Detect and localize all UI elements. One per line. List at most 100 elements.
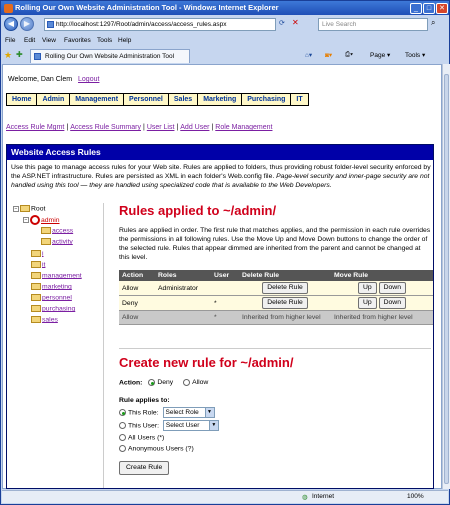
menu-help[interactable]: Help: [118, 37, 131, 44]
page-menu[interactable]: Page ▾: [370, 51, 390, 59]
zone-label: Internet: [312, 493, 335, 500]
access-rules-panel: Website Access Rules Use this page to ma…: [6, 144, 434, 489]
search-icon[interactable]: ⌕: [431, 18, 435, 28]
minimize-button[interactable]: _: [410, 3, 422, 14]
address-text: http://localhost:1297/Root/admin/access/…: [56, 21, 227, 28]
tree-node-management[interactable]: management: [31, 272, 82, 279]
table-row[interactable]: Allow Administrator Delete Rule Up Down: [119, 281, 433, 296]
role-select[interactable]: Select Role ▼: [162, 407, 215, 418]
print-icon[interactable]: ⎙▾: [345, 51, 353, 59]
favorites-star-icon[interactable]: ★: [4, 50, 12, 61]
menu-file[interactable]: File: [5, 37, 15, 44]
menu-view[interactable]: View: [42, 37, 56, 44]
tree-node-access[interactable]: access: [41, 227, 73, 234]
this-user-label: This User:: [128, 422, 159, 430]
menu-favorites[interactable]: Favorites: [64, 37, 91, 44]
move-down-button[interactable]: Down: [378, 297, 406, 309]
folder-icon: [31, 305, 41, 312]
move-up-button[interactable]: Up: [358, 297, 377, 309]
link-role-management[interactable]: Role Management: [215, 124, 272, 131]
tree-node-activity[interactable]: activity: [41, 238, 73, 245]
all-users-row[interactable]: All Users (*): [119, 434, 164, 441]
rules-table: Action Roles User Delete Rule Move Rule …: [119, 270, 433, 325]
tree-label: activity: [52, 238, 73, 246]
address-bar[interactable]: http://localhost:1297/Root/admin/access/…: [44, 18, 276, 31]
nav-home[interactable]: Home: [7, 94, 38, 105]
link-add-user[interactable]: Add User: [180, 124, 209, 131]
home-icon[interactable]: ⌂▾: [305, 51, 312, 59]
site-nav: Home Admin Management Personnel Sales Ma…: [6, 93, 309, 106]
back-icon[interactable]: ◀: [4, 17, 18, 31]
nav-purchasing[interactable]: Purchasing: [242, 94, 292, 105]
close-button[interactable]: ✕: [436, 3, 448, 14]
tree-node-admin[interactable]: − admin: [23, 215, 60, 225]
collapse-icon[interactable]: −: [13, 205, 19, 212]
delete-rule-button[interactable]: Delete Rule: [262, 282, 308, 294]
selected-folder-icon: [30, 215, 40, 225]
nav-management[interactable]: Management: [70, 94, 125, 105]
window-titlebar: Rolling Our Own Website Administration T…: [0, 0, 450, 15]
nav-admin[interactable]: Admin: [37, 94, 71, 105]
zoom-level[interactable]: 100%: [407, 493, 424, 500]
tree-node-it[interactable]: it: [31, 261, 45, 268]
tree-node-root[interactable]: − Root: [13, 205, 45, 212]
logout-link[interactable]: Logout: [78, 76, 99, 83]
create-heading: Create new rule for ~/admin/: [119, 355, 294, 370]
menu-edit[interactable]: Edit: [24, 37, 35, 44]
tree-label: i: [42, 250, 44, 258]
link-access-rule-summary[interactable]: Access Rule Summary: [70, 124, 141, 131]
admin-sublinks: Access Rule Mgmt | Access Rule Summary | Use…: [6, 124, 273, 131]
deny-radio[interactable]: Deny: [148, 379, 173, 386]
folder-icon: [20, 205, 30, 212]
menu-tools[interactable]: Tools: [97, 37, 112, 44]
tree-node-sales[interactable]: sales: [31, 316, 58, 323]
maximize-button[interactable]: □: [423, 3, 435, 14]
tree-node-purchasing[interactable]: purchasing: [31, 305, 75, 312]
refresh-icon[interactable]: ⟳: [279, 19, 285, 27]
tree-label: personnel: [42, 294, 72, 302]
tree-node-personnel[interactable]: personnel: [31, 294, 72, 301]
tree-node-i[interactable]: i: [31, 250, 44, 257]
nav-sales[interactable]: Sales: [169, 94, 199, 105]
table-row[interactable]: Deny * Delete Rule Up Down: [119, 295, 433, 311]
this-user-row[interactable]: This User: Select User ▼: [119, 420, 219, 431]
all-users-label: All Users (*): [128, 434, 165, 442]
feeds-icon[interactable]: ◙▾: [325, 51, 332, 59]
stop-icon[interactable]: ✕: [292, 18, 299, 27]
nav-personnel[interactable]: Personnel: [124, 94, 169, 105]
table-header: Action Roles User Delete Rule Move Rule: [119, 270, 433, 281]
allow-radio[interactable]: Allow: [183, 379, 208, 386]
move-up-button[interactable]: Up: [358, 282, 377, 294]
welcome-text: Welcome, Dan Clem: [8, 76, 73, 83]
link-user-list[interactable]: User List: [147, 124, 175, 131]
cell-roles: Administrator: [155, 281, 211, 296]
cell-action: Deny: [119, 295, 155, 311]
vertical-scrollbar[interactable]: [442, 64, 450, 489]
scroll-thumb[interactable]: [444, 74, 449, 484]
create-rule-button[interactable]: Create Rule: [119, 461, 170, 475]
search-input[interactable]: Live Search: [318, 18, 428, 31]
nav-marketing[interactable]: Marketing: [198, 94, 243, 105]
cell-user: *: [211, 310, 239, 325]
user-select[interactable]: Select User ▼: [162, 420, 219, 431]
browser-tab[interactable]: Rolling Our Own Website Administration T…: [30, 49, 190, 63]
col-delete: Delete Rule: [239, 270, 331, 281]
link-access-rule-mgmt[interactable]: Access Rule Mgmt: [6, 124, 64, 131]
welcome-line: Welcome, Dan Clem Logout: [8, 76, 99, 83]
delete-rule-button[interactable]: Delete Rule: [262, 297, 308, 309]
anonymous-row[interactable]: Anonymous Users (?): [119, 445, 194, 452]
folder-icon: [41, 238, 51, 245]
tree-label: Root: [31, 205, 46, 213]
nav-it[interactable]: IT: [291, 94, 307, 105]
tools-menu[interactable]: Tools ▾: [405, 51, 425, 59]
tree-label: management: [42, 272, 82, 280]
this-role-row[interactable]: This Role: Select Role ▼: [119, 407, 215, 418]
move-down-button[interactable]: Down: [378, 282, 406, 294]
col-move: Move Rule: [331, 270, 433, 281]
folder-tree: − Root − admin access activity i it manage…: [11, 203, 104, 488]
tree-node-marketing[interactable]: marketing: [31, 283, 72, 290]
add-favorites-icon[interactable]: ✚: [16, 50, 23, 59]
user-select-value: Select User: [165, 422, 200, 429]
forward-icon[interactable]: ▶: [20, 17, 34, 31]
collapse-icon[interactable]: −: [23, 217, 29, 223]
